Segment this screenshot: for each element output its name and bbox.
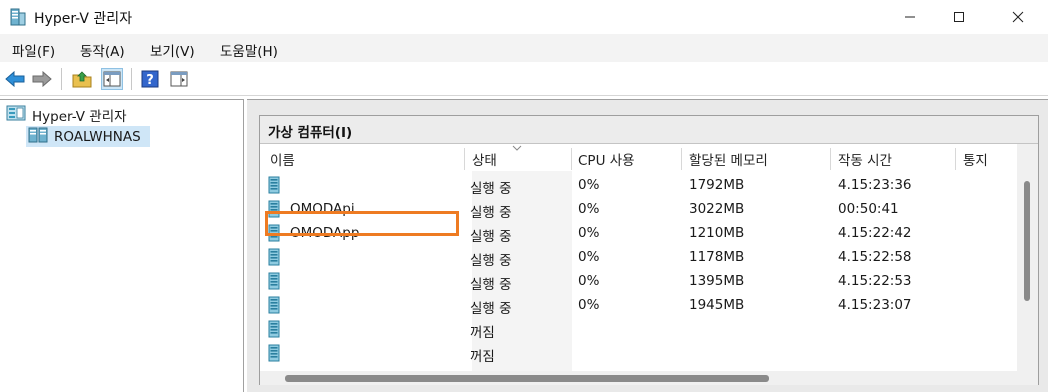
menu-view[interactable]: 보기(V) [150, 40, 195, 60]
horizontal-scrollbar[interactable] [260, 371, 1038, 385]
vm-state: 실행 중 [470, 253, 512, 269]
vm-icon [268, 320, 280, 342]
vm-memory: 3022MB [689, 201, 745, 217]
highlight-annotation [265, 211, 459, 236]
vm-memory: 1395MB [689, 273, 745, 289]
hyperv-manager-icon [6, 105, 26, 125]
virtual-machines-panel: 가상 컴퓨터(I) 이름 상태 CPU 사용 할당된 메모리 작동 시간 통지 … [259, 115, 1039, 385]
vm-cpu: 0% [578, 297, 600, 313]
server-icon [28, 127, 48, 147]
vm-uptime: 4.15:22:53 [838, 273, 912, 289]
vm-uptime: 4.15:23:07 [838, 297, 912, 313]
horizontal-scrollbar-thumb[interactable] [285, 375, 769, 382]
vm-icon [268, 344, 280, 366]
title-bar: Hyper-V 관리자 [0, 0, 1048, 34]
vm-row[interactable]: 실행 중 0% 1178MB 4.15:22:58 [260, 245, 1017, 269]
forward-icon[interactable] [31, 68, 53, 90]
vm-icon [268, 248, 280, 270]
vm-cpu: 0% [578, 225, 600, 241]
tree-item-server[interactable]: ROALWHNAS [26, 126, 150, 147]
vm-state: 꺼짐 [470, 349, 495, 365]
column-divider [955, 148, 956, 170]
tree-root-label: Hyper-V 관리자 [32, 109, 127, 125]
virtual-machines-header: 가상 컴퓨터(I) [260, 116, 1038, 144]
vm-state: 실행 중 [470, 229, 512, 245]
vm-uptime: 4.15:22:42 [838, 225, 912, 241]
up-folder-icon[interactable] [71, 68, 93, 90]
svg-text:?: ? [146, 73, 154, 88]
vm-row[interactable]: 꺼짐 [260, 341, 1017, 365]
column-header-state[interactable]: 상태 [472, 149, 497, 171]
hyperv-app-icon [9, 8, 27, 26]
vm-uptime: 00:50:41 [838, 201, 899, 217]
vm-cpu: 0% [578, 273, 600, 289]
vm-memory: 1210MB [689, 225, 745, 241]
maximize-button[interactable] [936, 0, 982, 34]
menu-file[interactable]: 파일(F) [12, 40, 55, 60]
vm-icon [268, 176, 280, 198]
column-header-cpu[interactable]: CPU 사용 [578, 149, 635, 171]
navigation-tree: Hyper-V 관리자 ROALWHNAS [0, 99, 244, 392]
column-header-uptime[interactable]: 작동 시간 [838, 149, 892, 171]
sort-indicator-icon [512, 144, 522, 154]
vm-cpu: 0% [578, 177, 600, 193]
virtual-machines-title: 가상 컴퓨터(I) [268, 125, 353, 141]
vm-row[interactable]: 실행 중 0% 1395MB 4.15:22:53 [260, 269, 1017, 293]
column-header-memory[interactable]: 할당된 메모리 [689, 149, 768, 171]
vm-icon [268, 296, 280, 318]
show-hide-tree-icon[interactable] [101, 68, 123, 90]
vm-uptime: 4.15:22:58 [838, 249, 912, 265]
column-divider [681, 148, 682, 170]
vm-memory: 1945MB [689, 297, 745, 313]
console-icon[interactable] [168, 68, 190, 90]
vm-row[interactable]: 꺼짐 [260, 317, 1017, 341]
column-header-name[interactable]: 이름 [270, 149, 295, 171]
toolbar-separator [131, 68, 132, 90]
vm-memory: 1178MB [689, 249, 745, 265]
column-divider [830, 148, 831, 170]
window-title: Hyper-V 관리자 [34, 11, 133, 27]
tree-item-label: ROALWHNAS [54, 128, 141, 145]
toolbar: ? [0, 62, 1048, 96]
vm-uptime: 4.15:23:36 [838, 177, 912, 193]
toolbar-separator [61, 68, 62, 90]
vm-memory: 1792MB [689, 177, 745, 193]
vm-state: 꺼짐 [470, 325, 495, 341]
vm-row[interactable]: 실행 중 0% 1792MB 4.15:23:36 [260, 173, 1017, 197]
minimize-button[interactable] [887, 0, 933, 34]
menu-help[interactable]: 도움말(H) [220, 40, 278, 60]
back-icon[interactable] [4, 68, 26, 90]
vm-state: 실행 중 [470, 301, 512, 317]
vm-cpu: 0% [578, 249, 600, 265]
vm-state: 실행 중 [470, 205, 512, 221]
content-pane: 가상 컴퓨터(I) 이름 상태 CPU 사용 할당된 메모리 작동 시간 통지 … [247, 99, 1048, 392]
vm-icon [268, 272, 280, 294]
menu-action[interactable]: 동작(A) [80, 40, 125, 60]
column-divider [464, 148, 465, 170]
vm-row[interactable]: 실행 중 0% 1945MB 4.15:23:07 [260, 293, 1017, 317]
help-icon[interactable]: ? [139, 68, 161, 90]
vertical-scrollbar[interactable] [1017, 144, 1038, 371]
column-divider [571, 148, 572, 170]
vm-state: 실행 중 [470, 181, 512, 197]
tree-root-hyperv-manager[interactable]: Hyper-V 관리자 [6, 105, 127, 125]
column-header-status[interactable]: 통지 [963, 149, 988, 171]
vm-state: 실행 중 [470, 277, 512, 293]
close-button[interactable] [995, 0, 1041, 34]
vm-cpu: 0% [578, 201, 600, 217]
menu-bar: 파일(F) 동작(A) 보기(V) 도움말(H) [0, 34, 1048, 62]
vertical-scrollbar-thumb[interactable] [1024, 181, 1030, 301]
